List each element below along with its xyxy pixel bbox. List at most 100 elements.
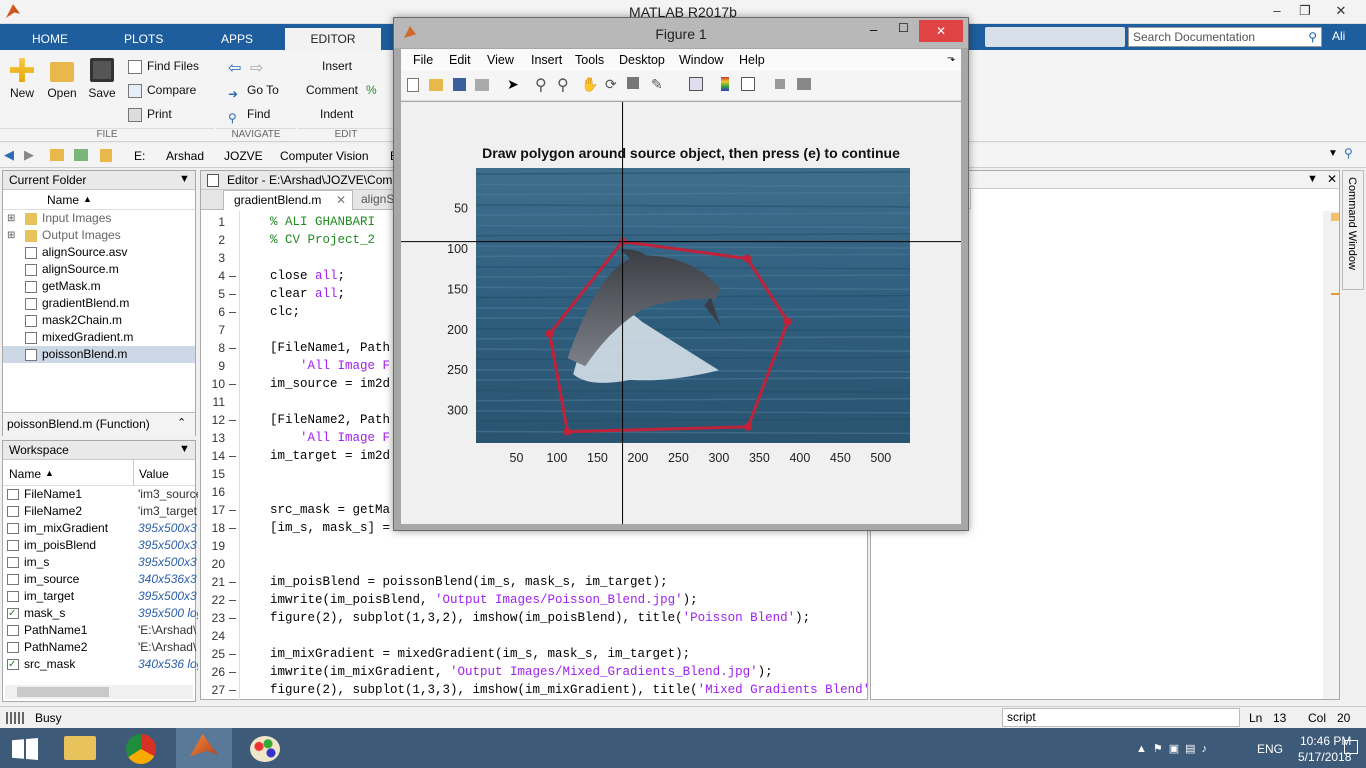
figure-menu-view[interactable]: View xyxy=(487,53,514,67)
polygon-vertex[interactable] xyxy=(744,422,753,431)
breakpoint-marker[interactable]: – xyxy=(229,681,236,699)
breakpoint-marker[interactable]: – xyxy=(229,519,236,537)
insert-button[interactable]: Insert xyxy=(322,56,352,76)
paint-icon[interactable] xyxy=(250,736,280,762)
figure-maximize-button[interactable]: ☐ xyxy=(898,21,909,35)
figure-menu-tools[interactable]: Tools xyxy=(575,53,604,67)
link-plot-icon[interactable] xyxy=(689,77,703,91)
address-part-jozve[interactable]: JOZVE xyxy=(224,149,263,163)
code-line[interactable]: 27– figure(2), subplot(1,3,3), imshow(im_… xyxy=(201,681,885,699)
find-button[interactable]: ⚲ Find xyxy=(228,104,270,125)
tab-editor[interactable]: EDITOR xyxy=(285,28,381,52)
address-part-computer-vision[interactable]: Computer Vision xyxy=(280,149,369,163)
polygon-vertex[interactable] xyxy=(545,329,554,338)
breakpoint-marker[interactable]: – xyxy=(229,303,236,321)
workspace-row[interactable]: ✓ src_mask 340x536 log xyxy=(3,656,198,673)
breakpoint-marker[interactable]: – xyxy=(229,375,236,393)
code-line[interactable]: 21– im_poisBlend = poissonBlend(im_s, mas… xyxy=(201,573,867,591)
address-dropdown-icon[interactable]: ▼ xyxy=(1328,148,1338,159)
breakpoint-marker[interactable]: – xyxy=(229,645,236,663)
code-line[interactable]: 26– imwrite(im_mixGradient, 'Output Image… xyxy=(201,663,867,681)
forward-arrow-icon[interactable]: ⇨ xyxy=(250,58,263,78)
forward-icon[interactable]: ▶ xyxy=(24,147,34,163)
breakpoint-marker[interactable]: – xyxy=(229,411,236,429)
compare-button[interactable]: Compare xyxy=(128,80,196,100)
pointer-icon[interactable]: ➤ xyxy=(507,76,519,93)
folder-item[interactable]: alignSource.asv xyxy=(3,244,195,261)
folder-item[interactable]: alignSource.m xyxy=(3,261,195,278)
address-part-arshad[interactable]: Arshad xyxy=(166,149,204,163)
new-button[interactable]: New xyxy=(8,58,36,100)
workspace-row[interactable]: FileName2 'im3_target xyxy=(3,503,197,520)
cmd-menu-icon[interactable]: ▼ xyxy=(1307,173,1318,185)
workspace-row[interactable]: im_poisBlend 395x500x3 d xyxy=(3,537,198,554)
folder-item[interactable]: getMask.m xyxy=(3,278,195,295)
go-to-button[interactable]: ➜ Go To xyxy=(228,80,279,101)
figure-menu-file[interactable]: File xyxy=(413,53,433,67)
tab-plots[interactable]: PLOTS xyxy=(110,28,177,50)
name-column-header[interactable]: Name xyxy=(47,193,79,207)
breakpoint-marker[interactable]: – xyxy=(229,501,236,519)
figure-menu-insert[interactable]: Insert xyxy=(531,53,562,67)
address-search-icon[interactable]: ⚲ xyxy=(1344,146,1353,160)
polygon-vertex[interactable] xyxy=(563,427,572,436)
code-line[interactable]: 19 xyxy=(201,537,867,555)
figure-menu-edit[interactable]: Edit xyxy=(449,53,471,67)
breakpoint-marker[interactable]: – xyxy=(229,663,236,681)
folder-item[interactable]: mixedGradient.m xyxy=(3,329,195,346)
workspace-row[interactable]: PathName2 'E:\Arshad\ xyxy=(3,639,196,656)
legend-icon[interactable] xyxy=(741,77,755,91)
data-cursor-icon[interactable] xyxy=(627,77,639,89)
code-line[interactable]: 23– figure(2), subplot(1,3,2), imshow(im_… xyxy=(201,609,867,627)
figure-close-button[interactable]: ✕ xyxy=(919,20,963,42)
windows-start-icon[interactable] xyxy=(12,738,38,760)
print-figure-icon[interactable] xyxy=(475,79,489,91)
figure-window[interactable]: Figure 1 – ☐ ✕ File Edit View Insert Tools De… xyxy=(393,17,969,531)
folder-item[interactable]: mask2Chain.m xyxy=(3,312,195,329)
back-arrow-icon[interactable]: ⇦ xyxy=(228,58,241,78)
open-button[interactable]: Open xyxy=(46,58,78,100)
zoom-in-icon[interactable]: ⚲ xyxy=(535,75,547,95)
figure-menu-desktop[interactable]: Desktop xyxy=(619,53,665,67)
editor-tab-gradientblend[interactable]: gradientBlend.m ✕ xyxy=(223,190,353,210)
minimize-button[interactable]: – xyxy=(1262,0,1292,22)
workspace-row[interactable]: im_target 395x500x3 d xyxy=(3,588,198,605)
figure-menu-help[interactable]: Help xyxy=(739,53,765,67)
breakpoint-marker[interactable]: – xyxy=(229,573,236,591)
up-folder-icon[interactable] xyxy=(50,149,64,161)
file-explorer-icon[interactable] xyxy=(64,736,96,760)
collapse-details-icon[interactable]: ⌃ xyxy=(177,416,186,429)
workspace-row[interactable]: im_s 395x500x3 d xyxy=(3,554,198,571)
chrome-icon[interactable] xyxy=(126,734,156,764)
workspace-menu-icon[interactable]: ▼ xyxy=(179,443,190,455)
print-button[interactable]: Print xyxy=(128,104,172,124)
expand-icon[interactable]: ⊞ xyxy=(7,227,15,244)
rotate-icon[interactable]: ⟳ xyxy=(605,76,617,93)
workspace-name-header[interactable]: Name xyxy=(9,467,41,481)
maximize-button[interactable]: ❐ xyxy=(1290,0,1320,22)
command-window-side-tab[interactable]: Command Window xyxy=(1342,170,1364,290)
polygon-vertex[interactable] xyxy=(743,254,752,263)
code-line[interactable]: 24 xyxy=(201,627,867,645)
workspace-row[interactable]: im_source 340x536x3 d xyxy=(3,571,198,588)
breakpoint-marker[interactable]: – xyxy=(229,285,236,303)
folder-item[interactable]: gradientBlend.m xyxy=(3,295,195,312)
cmd-close-icon[interactable]: ✕ xyxy=(1327,172,1337,186)
workspace-row[interactable]: ✓ mask_s 395x500 log xyxy=(3,605,198,622)
show-tools-icon[interactable] xyxy=(797,78,811,90)
open-file-icon[interactable] xyxy=(429,79,443,91)
comment-button[interactable]: Comment% xyxy=(306,80,377,100)
breakpoint-marker[interactable]: – xyxy=(229,339,236,357)
folder-item[interactable]: ⊞ Output Images xyxy=(3,227,195,244)
figure-minimize-button[interactable]: – xyxy=(870,22,877,37)
user-account-button[interactable]: Ali xyxy=(1332,29,1345,43)
pan-icon[interactable]: ✋ xyxy=(581,76,598,93)
indent-button[interactable]: Indent xyxy=(320,104,353,124)
scroll-thumb[interactable] xyxy=(17,687,109,697)
code-line[interactable]: 22– imwrite(im_poisBlend, 'Output Images/… xyxy=(201,591,867,609)
breakpoint-marker[interactable]: – xyxy=(229,447,236,465)
polygon-plot[interactable]: Draw polygon around source object, then … xyxy=(401,102,961,524)
close-button[interactable]: ✕ xyxy=(1326,0,1356,22)
breakpoint-marker[interactable]: – xyxy=(229,591,236,609)
new-figure-icon[interactable] xyxy=(407,78,419,92)
